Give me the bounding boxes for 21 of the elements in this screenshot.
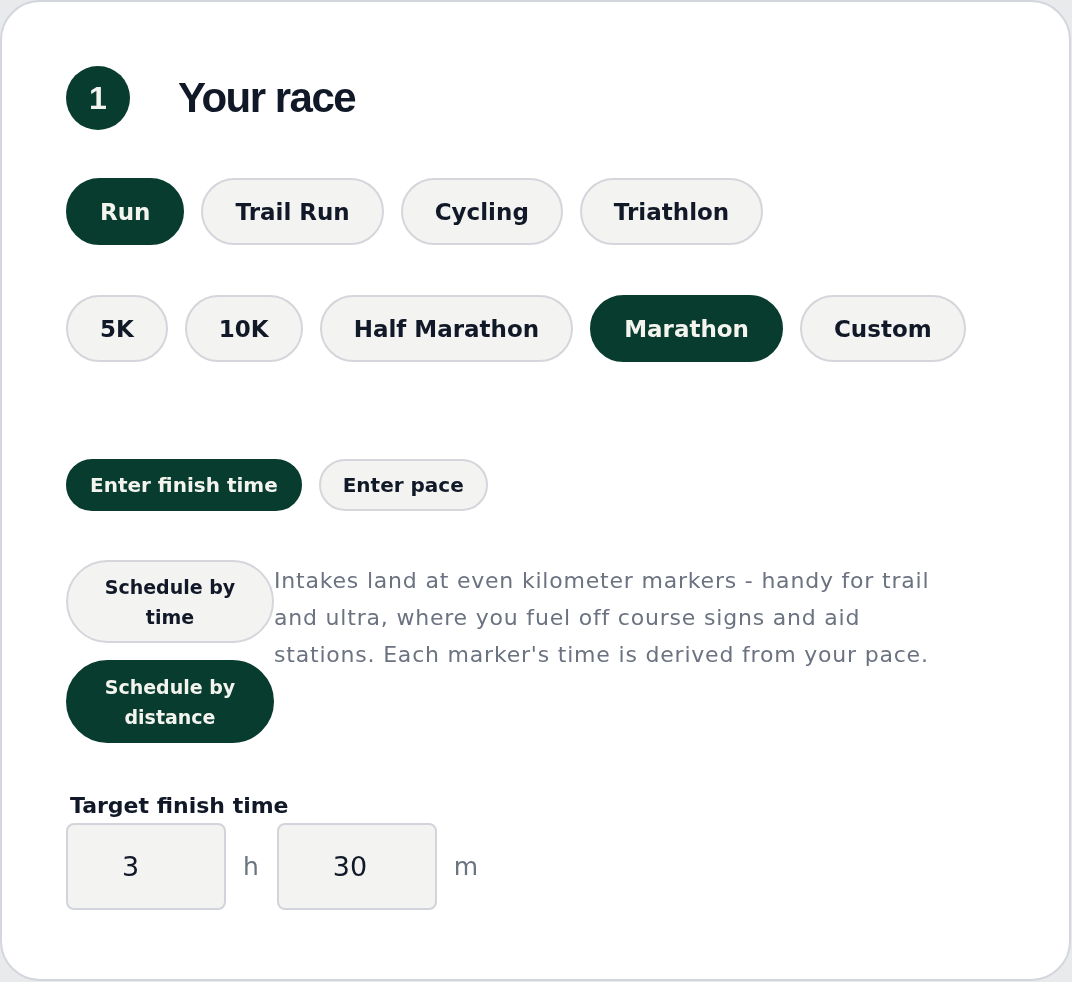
sport-option[interactable]: Run (66, 178, 185, 245)
section-title: Your race (178, 77, 356, 119)
time-input-field[interactable]: 30 (276, 823, 437, 910)
schedule-option[interactable]: Schedule by distance (66, 660, 274, 743)
distance-option[interactable]: Custom (800, 295, 966, 362)
time-input-field[interactable]: 3 (66, 823, 226, 910)
sport-option[interactable]: Cycling (400, 178, 563, 245)
step-number-badge: 1 (66, 66, 130, 130)
distance-option[interactable]: Half Marathon (319, 295, 574, 362)
distance-option[interactable]: Marathon (590, 295, 783, 362)
schedule-option[interactable]: Schedule by time (66, 560, 274, 643)
input-mode-option[interactable]: Enter finish time (66, 459, 302, 511)
sport-option[interactable]: Trail Run (201, 178, 384, 245)
schedule-description: Intakes land at even kilometer markers - handy for trail and ultra, where you fuel off course signs and aid stations. Each marker's time is derived from your pace. (274, 567, 931, 669)
unit-label: m (453, 852, 479, 881)
sport-option[interactable]: Triathlon (579, 178, 764, 245)
distance-option[interactable]: 5K (66, 295, 168, 362)
unit-label: h (243, 852, 259, 881)
input-mode-option[interactable]: Enter pace (318, 459, 488, 511)
distance-option[interactable]: 10K (184, 295, 303, 362)
target-time-label: Target finish time (70, 792, 289, 820)
